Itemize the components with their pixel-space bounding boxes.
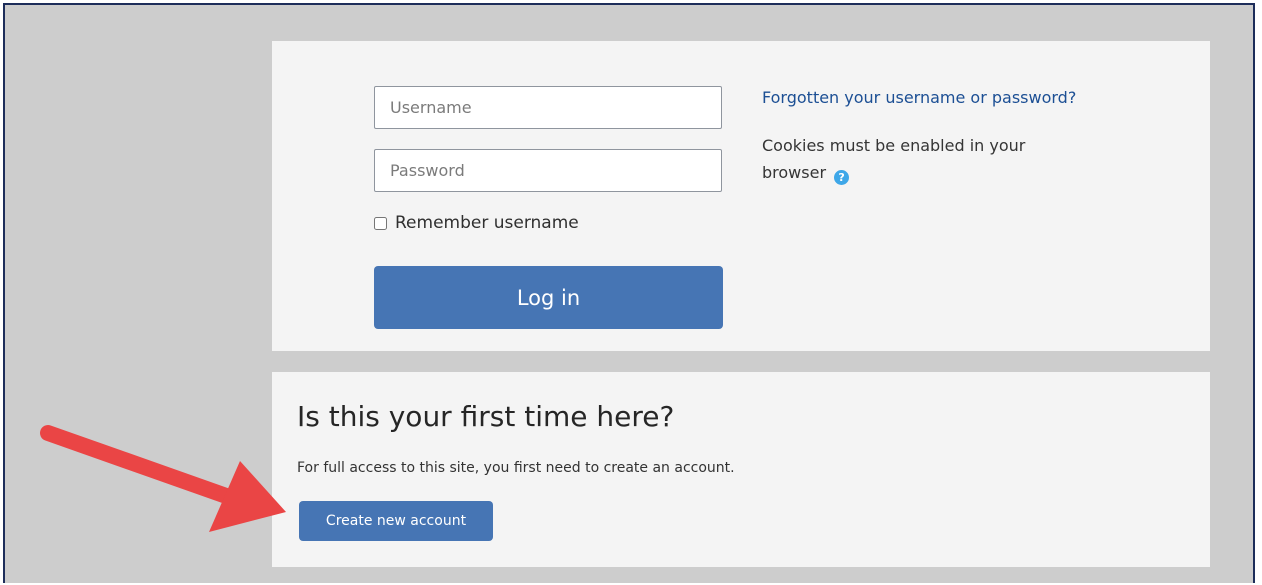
- page-frame: Remember username Log in Forgotten your …: [3, 3, 1255, 583]
- login-panel: Remember username Log in Forgotten your …: [272, 41, 1210, 351]
- cookies-notice-text: Cookies must be enabled in your browser: [762, 136, 1026, 182]
- log-in-button[interactable]: Log in: [374, 266, 723, 329]
- first-time-panel: Is this your first time here? For full a…: [272, 372, 1210, 567]
- forgot-credentials-link[interactable]: Forgotten your username or password?: [762, 88, 1076, 107]
- first-time-title: Is this your first time here?: [297, 400, 675, 433]
- create-new-account-button[interactable]: Create new account: [299, 501, 493, 541]
- remember-username-label: Remember username: [395, 213, 579, 233]
- first-time-description: For full access to this site, you first …: [297, 460, 735, 476]
- cookies-notice: Cookies must be enabled in your browser?: [762, 132, 1082, 186]
- username-input[interactable]: [374, 86, 722, 129]
- question-circle-icon[interactable]: ?: [834, 170, 850, 185]
- password-input[interactable]: [374, 149, 722, 192]
- remember-username-checkbox[interactable]: [374, 216, 387, 230]
- remember-username-control[interactable]: Remember username: [374, 211, 579, 235]
